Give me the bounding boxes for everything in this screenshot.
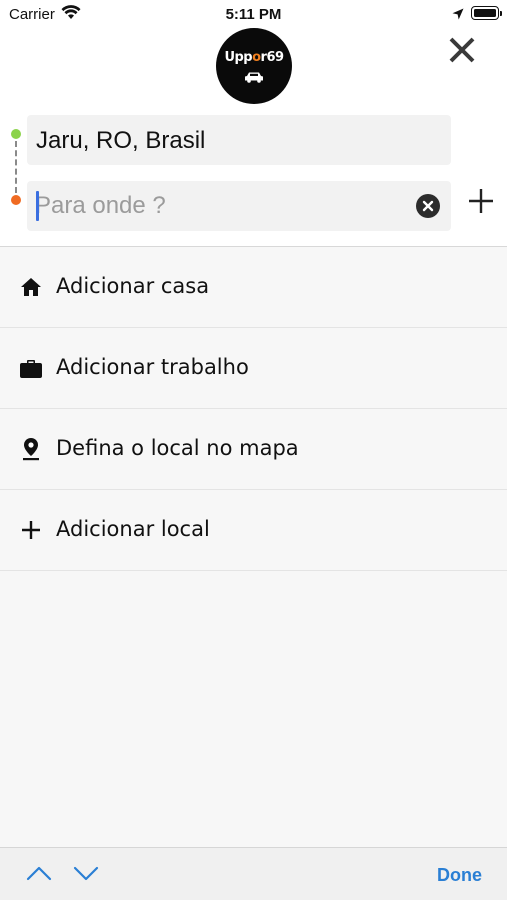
plus-icon (469, 189, 493, 213)
destination-dot (11, 195, 21, 205)
list-item-add-location[interactable]: Adicionar local (0, 490, 507, 571)
briefcase-icon (19, 356, 43, 380)
done-button[interactable]: Done (437, 865, 482, 886)
clear-destination-button[interactable] (416, 194, 440, 218)
list-item-label: Adicionar casa (56, 274, 210, 298)
clear-circle-icon (422, 200, 434, 212)
route-connector-line (15, 141, 17, 193)
list-item-label: Defina o local no mapa (56, 436, 299, 460)
add-stop-button[interactable] (466, 186, 496, 216)
previous-field-button[interactable] (25, 862, 53, 884)
header-panel: Carrier 5:11 PM Uppor69 Jaru, RO, Brasil… (0, 0, 507, 246)
origin-value: Jaru, RO, Brasil (36, 127, 206, 154)
list-item-add-work[interactable]: Adicionar trabalho (0, 328, 507, 409)
clock-time: 5:11 PM (225, 6, 282, 23)
home-icon (19, 275, 43, 299)
location-options-list: Adicionar casa Adicionar trabalho Defina… (0, 247, 507, 571)
car-icon (244, 70, 264, 88)
destination-field[interactable] (27, 181, 451, 231)
next-field-button[interactable] (72, 862, 100, 884)
close-button[interactable] (446, 34, 478, 66)
list-item-set-on-map[interactable]: Defina o local no mapa (0, 409, 507, 490)
status-bar: Carrier 5:11 PM (0, 0, 507, 28)
destination-input[interactable] (35, 187, 405, 225)
chevron-down-icon (73, 866, 99, 881)
logo-wordmark: Uppor69 (224, 50, 284, 65)
list-item-add-home[interactable]: Adicionar casa (0, 247, 507, 328)
plus-icon (19, 518, 43, 542)
chevron-up-icon (26, 866, 52, 881)
battery-icon (471, 6, 502, 20)
list-item-label: Adicionar local (56, 517, 210, 541)
list-item-label: Adicionar trabalho (56, 355, 249, 379)
map-pin-icon (19, 437, 43, 461)
text-cursor (36, 191, 39, 221)
origin-field[interactable]: Jaru, RO, Brasil (27, 115, 451, 165)
origin-dot (11, 129, 21, 139)
app-logo: Uppor69 (216, 28, 292, 104)
close-icon (449, 37, 475, 63)
keyboard-toolbar: Done (0, 847, 507, 900)
location-arrow-icon (452, 7, 464, 25)
